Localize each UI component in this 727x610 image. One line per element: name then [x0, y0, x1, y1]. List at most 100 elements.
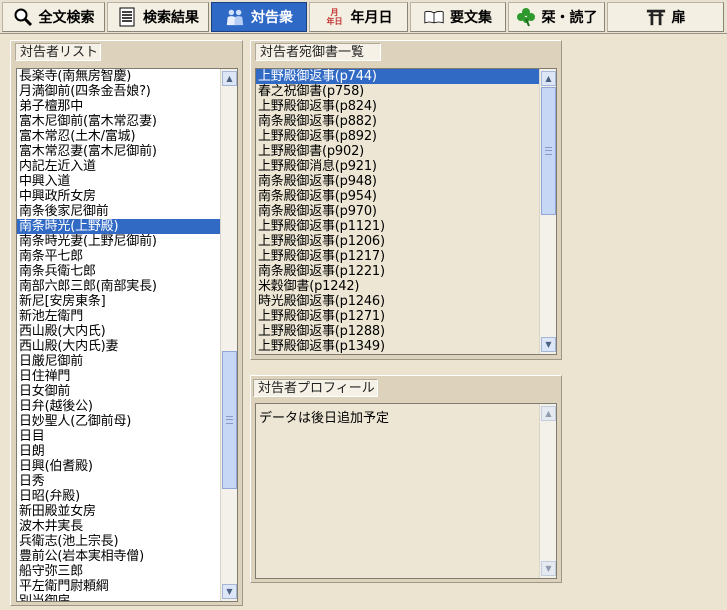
people-icon	[225, 6, 245, 28]
list-item[interactable]: 月満御前(四条金吾娘?)	[17, 84, 237, 99]
list-item[interactable]: 新田殿並女房	[17, 504, 237, 519]
scroll-up-button[interactable]: ▲	[222, 71, 237, 86]
tab-label: 年月日	[350, 10, 393, 26]
list-item[interactable]: 富木常忍(土木/富城)	[17, 129, 237, 144]
list-item[interactable]: 日秀	[17, 474, 237, 489]
list-item[interactable]: 上野殿御返事(p1121)	[256, 219, 556, 234]
list-item[interactable]: 内記左近入道	[17, 159, 237, 174]
letters-list-scrollbar[interactable]: ▲ ▼	[539, 69, 556, 354]
list-item[interactable]: 上野殿御返事(p1288)	[256, 324, 556, 339]
tab-key-texts[interactable]: 要文集	[410, 2, 506, 32]
list-item[interactable]: 別当御房	[17, 594, 237, 601]
tab-label: 要文集	[450, 10, 492, 26]
list-item[interactable]: 南条後家尼御前	[17, 204, 237, 219]
list-item[interactable]: 南部六郎三郎(南部実長)	[17, 279, 237, 294]
scroll-down-button[interactable]: ▼	[541, 561, 556, 576]
letters-list-label: 対告者宛御書一覧	[255, 43, 381, 61]
document-list-icon	[117, 6, 137, 28]
list-item[interactable]: 長楽寺(南無房智慶)	[17, 69, 237, 84]
list-item[interactable]: 兵衛志(池上宗長)	[17, 534, 237, 549]
list-item[interactable]: 波木井実長	[17, 519, 237, 534]
list-item[interactable]: 南条殿御返事(p954)	[256, 189, 556, 204]
list-item[interactable]: 日女御前	[17, 384, 237, 399]
scroll-up-button[interactable]: ▲	[541, 406, 556, 421]
list-item[interactable]: 平左衛門尉頼綱	[17, 579, 237, 594]
person-list-rows: 長楽寺(南無房智慶) 月満御前(四条金吾娘?) 弟子檀那中 富木尼御前(富木常忍妻) 富…	[17, 69, 237, 601]
list-item[interactable]: 上野殿御返事(p744)	[256, 69, 556, 84]
tab-label: 全文検索	[38, 10, 95, 26]
tab-date[interactable]: 月 年日 年月日	[309, 2, 408, 32]
list-item[interactable]: 新池左衛門	[17, 309, 237, 324]
scroll-up-button[interactable]: ▲	[541, 71, 556, 86]
list-item[interactable]: 南条殿御返事(p1221)	[256, 264, 556, 279]
tab-label: 検索結果	[143, 10, 199, 26]
tab-label: 対告衆	[251, 10, 293, 26]
grip-icon	[545, 147, 552, 155]
letters-listbox[interactable]: 上野殿御返事(p744) 春之祝御書(p758) 上野殿御返事(p824) 南条殿御返…	[255, 68, 557, 355]
list-item[interactable]: 上野殿御消息(p921)	[256, 159, 556, 174]
tab-recipients[interactable]: 対告衆	[211, 2, 307, 32]
list-item[interactable]: 南条殿御返事(p882)	[256, 114, 556, 129]
magnifier-icon	[13, 6, 33, 28]
scroll-thumb[interactable]	[541, 87, 556, 215]
list-item[interactable]: 南条時光(上野殿)	[17, 219, 237, 234]
profile-text: データは後日追加予定	[259, 411, 390, 426]
list-item[interactable]: 日厳尼御前	[17, 354, 237, 369]
tab-bookmarks[interactable]: 栞・読了	[508, 2, 605, 32]
list-item[interactable]: 中興入道	[17, 174, 237, 189]
scroll-thumb[interactable]	[222, 351, 237, 489]
person-list-label: 対告者リスト	[15, 43, 101, 61]
list-item[interactable]: 新尼[安房東条]	[17, 294, 237, 309]
tab-search-results[interactable]: 検索結果	[107, 2, 209, 32]
list-item[interactable]: 豊前公(岩本実相寺僧)	[17, 549, 237, 564]
toolbar: 全文検索 検索結果 対告衆 月 年日 年月日 要文集 栞・読了 扉	[0, 0, 727, 34]
calendar-icon: 月 年日	[325, 6, 345, 28]
list-item[interactable]: 西山殿(大内氏)	[17, 324, 237, 339]
list-item[interactable]: 日住禅門	[17, 369, 237, 384]
list-item[interactable]: 富木常忍妻(富木尼御前)	[17, 144, 237, 159]
scroll-down-button[interactable]: ▼	[222, 584, 237, 599]
list-item[interactable]: 南条時光妻(上野尼御前)	[17, 234, 237, 249]
clover-icon	[516, 6, 536, 28]
list-item[interactable]: 日興(伯耆殿)	[17, 459, 237, 474]
torii-gate-icon	[646, 6, 666, 28]
list-item[interactable]: 南条殿御返事(p948)	[256, 174, 556, 189]
list-item[interactable]: 富木尼御前(富木常忍妻)	[17, 114, 237, 129]
list-item[interactable]: 上野殿御返事(p1349)	[256, 339, 556, 354]
calendar-glyphs: 月 年日	[326, 8, 343, 26]
list-item[interactable]: 日弁(越後公)	[17, 399, 237, 414]
list-item[interactable]: 時光殿御返事(p1246)	[256, 294, 556, 309]
list-item[interactable]: 上野殿御返事(p824)	[256, 99, 556, 114]
list-item[interactable]: 弟子檀那中	[17, 99, 237, 114]
list-item[interactable]: 日目	[17, 429, 237, 444]
grip-icon	[226, 416, 233, 424]
person-list-scrollbar[interactable]: ▲ ▼	[220, 69, 237, 601]
list-item[interactable]: 南条兵衛七郎	[17, 264, 237, 279]
list-item[interactable]: 日昭(弁殿)	[17, 489, 237, 504]
person-listbox[interactable]: 長楽寺(南無房智慶) 月満御前(四条金吾娘?) 弟子檀那中 富木尼御前(富木常忍妻) 富…	[16, 68, 238, 602]
list-item[interactable]: 南条平七郎	[17, 249, 237, 264]
list-item[interactable]: 上野殿御返事(p892)	[256, 129, 556, 144]
tab-fulltext-search[interactable]: 全文検索	[2, 2, 105, 32]
profile-textarea[interactable]: データは後日追加予定 ▲ ▼	[255, 403, 557, 579]
list-item[interactable]: 日朗	[17, 444, 237, 459]
list-item[interactable]: 西山殿(大内氏)妻	[17, 339, 237, 354]
list-item[interactable]: 船守弥三郎	[17, 564, 237, 579]
list-item[interactable]: 米穀御書(p1242)	[256, 279, 556, 294]
list-item[interactable]: 春之祝御書(p758)	[256, 84, 556, 99]
list-item[interactable]: 上野殿御返事(p1271)	[256, 309, 556, 324]
list-item[interactable]: 南条殿御返事(p970)	[256, 204, 556, 219]
tab-cover[interactable]: 扉	[607, 2, 724, 32]
list-item[interactable]: 上野殿御書(p902)	[256, 144, 556, 159]
profile-label: 対告者プロフィール	[253, 379, 378, 397]
list-item[interactable]: 日妙聖人(乙御前母)	[17, 414, 237, 429]
scroll-down-button[interactable]: ▼	[541, 337, 556, 352]
open-book-icon	[424, 6, 444, 28]
tab-label: 栞・読了	[541, 10, 598, 26]
list-item[interactable]: 上野殿御返事(p1217)	[256, 249, 556, 264]
tab-label: 扉	[671, 10, 686, 26]
letters-list-rows: 上野殿御返事(p744) 春之祝御書(p758) 上野殿御返事(p824) 南条殿御返…	[256, 69, 556, 354]
list-item[interactable]: 中興政所女房	[17, 189, 237, 204]
profile-scrollbar[interactable]: ▲ ▼	[539, 404, 556, 578]
list-item[interactable]: 上野殿御返事(p1206)	[256, 234, 556, 249]
